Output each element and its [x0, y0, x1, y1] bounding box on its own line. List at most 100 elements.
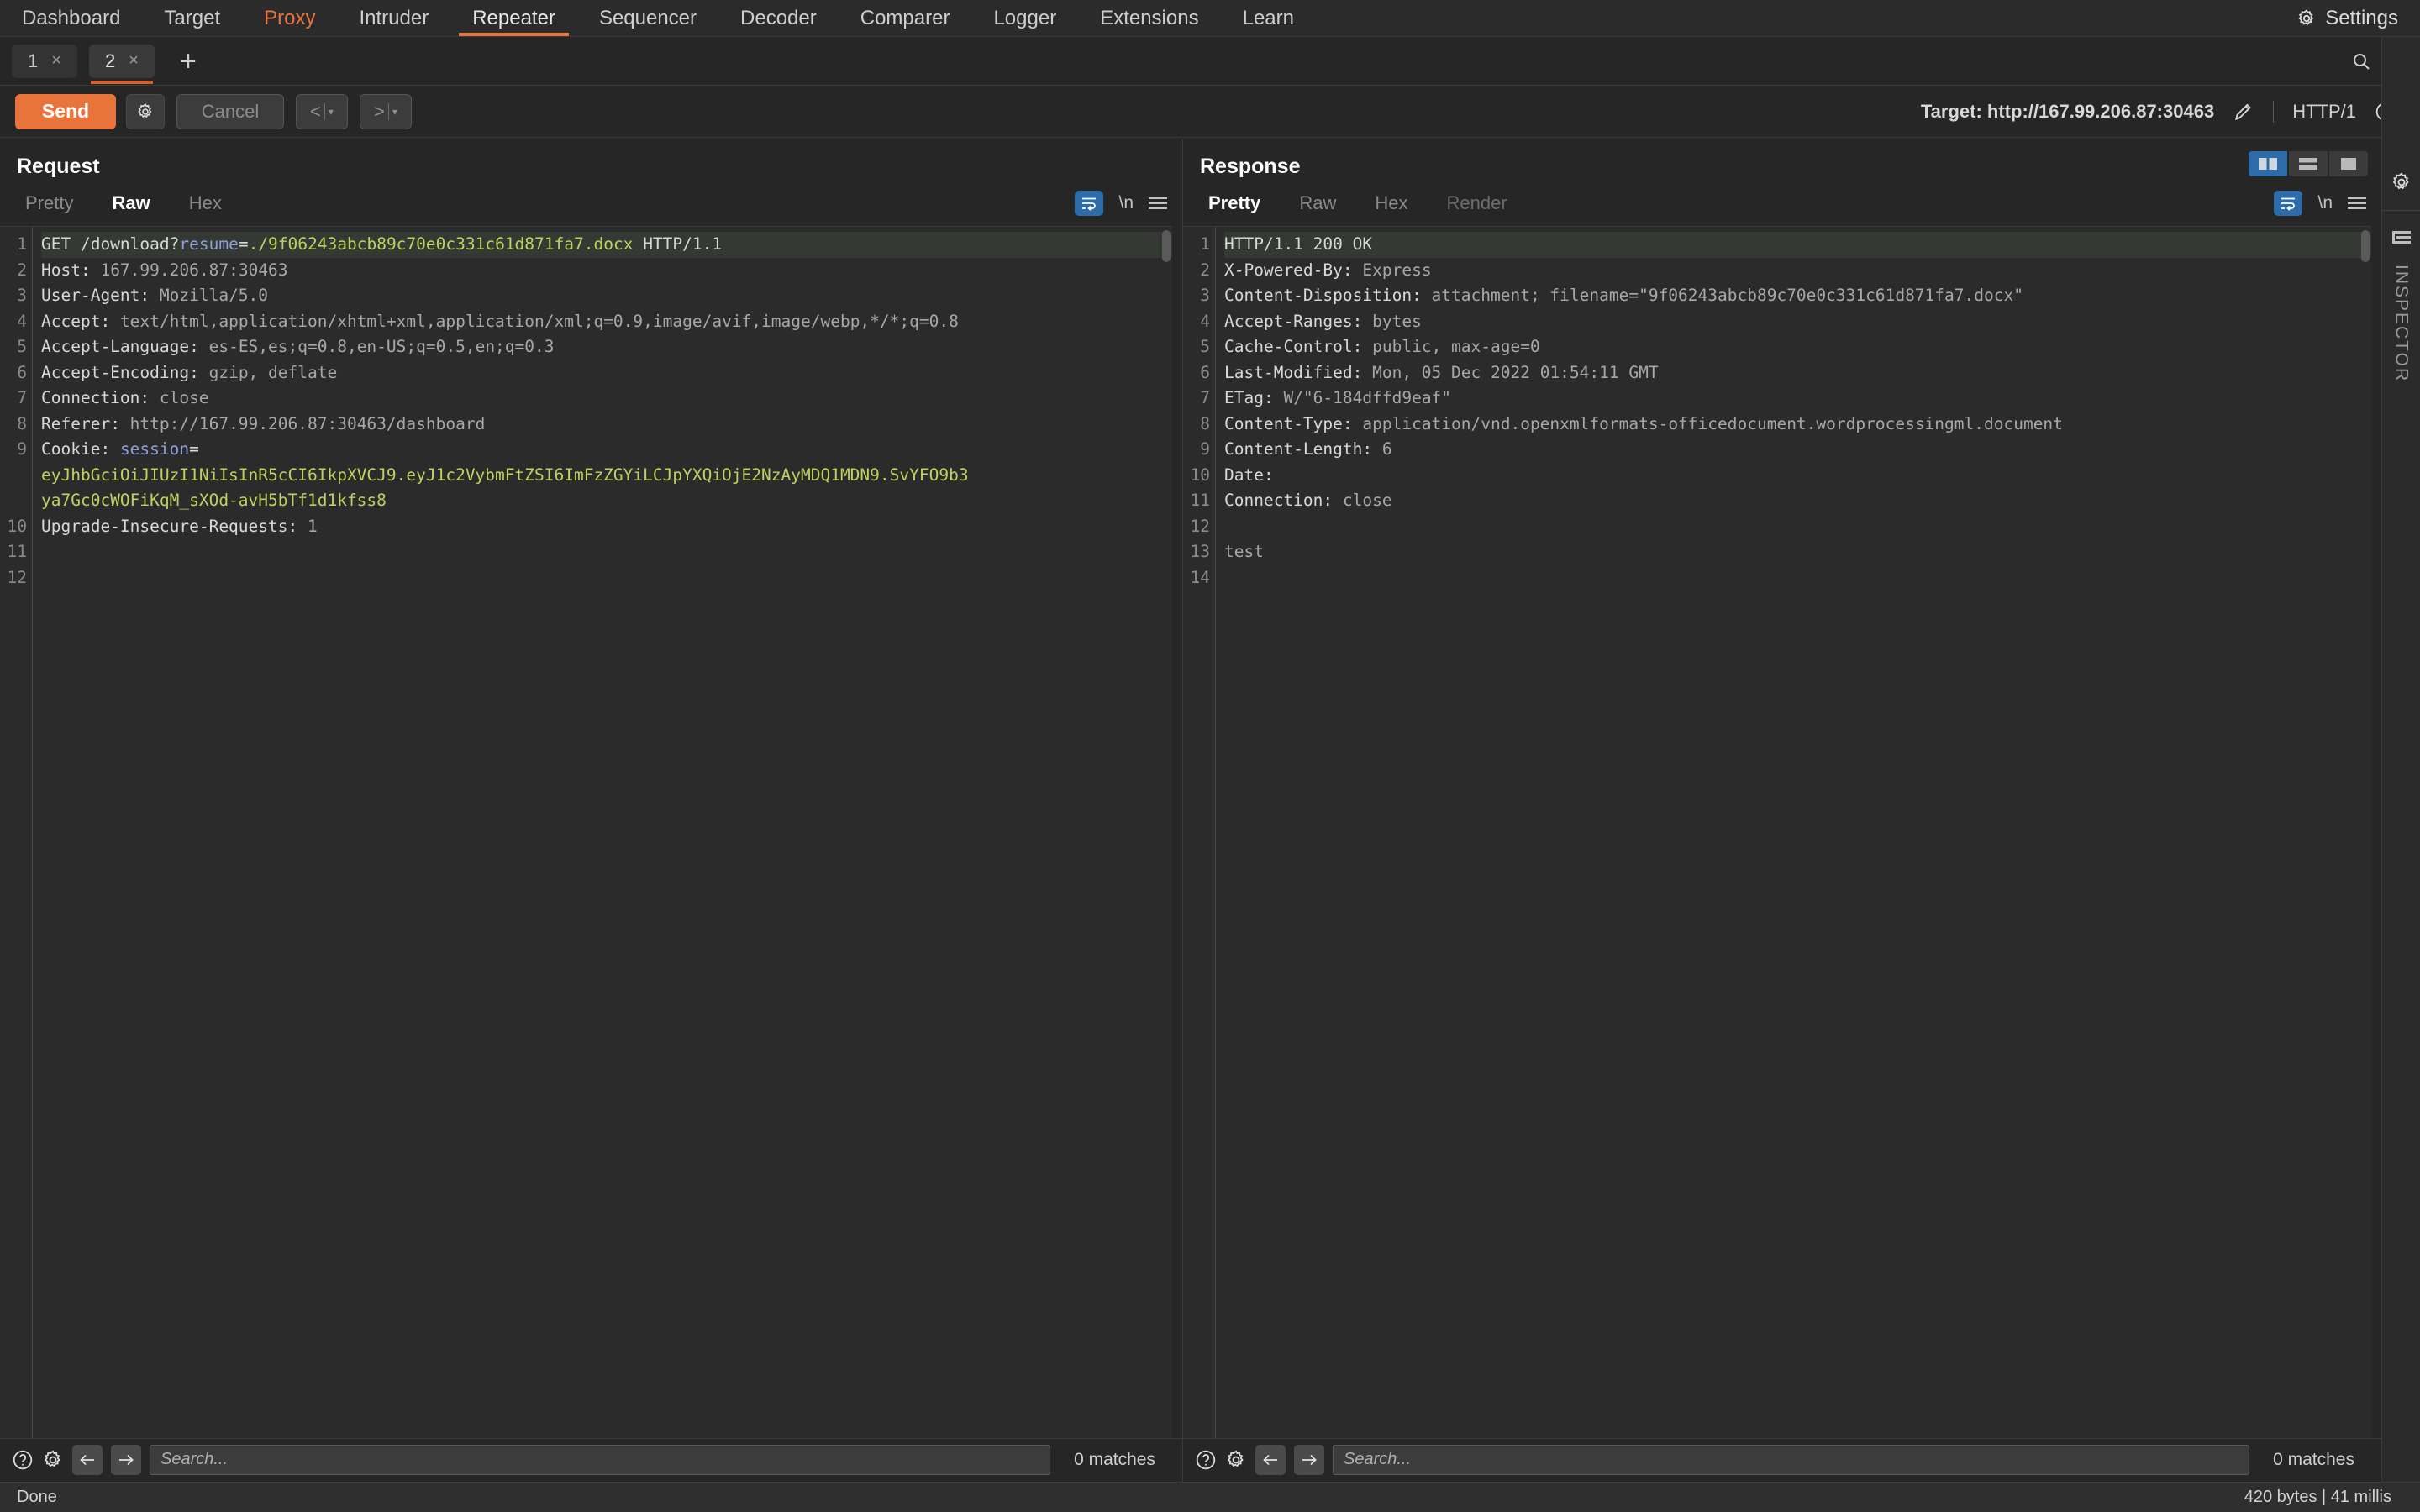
search-next-button[interactable]: [1294, 1444, 1324, 1475]
nav-tab-dashboard[interactable]: Dashboard: [0, 0, 142, 36]
newline-toggle[interactable]: \n: [1118, 193, 1134, 213]
code-token: =: [238, 234, 249, 254]
code-token: public, max-age=0: [1372, 337, 1540, 356]
newline-toggle[interactable]: \n: [2317, 193, 2333, 213]
gear-icon[interactable]: [42, 1449, 64, 1471]
tab-response-hex[interactable]: Hex: [1360, 189, 1423, 218]
send-settings-button[interactable]: [126, 93, 165, 129]
nav-tab-decoder[interactable]: Decoder: [718, 0, 839, 36]
word-wrap-icon[interactable]: [2274, 191, 2303, 216]
edit-pencil-icon[interactable]: [2233, 101, 2254, 123]
repeater-tab-2[interactable]: 2 ×: [89, 44, 155, 84]
request-view-tabs: Pretty Raw Hex \n: [0, 179, 1182, 226]
repeater-tab-1[interactable]: 1 ×: [12, 44, 77, 78]
code-token: HTTP/1.1 200 OK: [1224, 234, 1373, 254]
history-back-button[interactable]: < ▾: [296, 93, 348, 129]
divider: [2273, 100, 2275, 123]
code-token: :: [1323, 491, 1343, 510]
line-number: 5: [1200, 337, 1210, 356]
response-editor[interactable]: 1 2 3 4 5 6 7 8 9 10 11 12 13 14 HTTP/1.1 200 OK X-Pow…: [1183, 226, 2371, 1452]
request-code[interactable]: GET /download?resume=./9f06243abcb89c70e…: [32, 227, 1172, 1452]
code-token: ya7Gc0cWOFiKqM_sXOd-avH5bTf1d1kfss8: [41, 491, 387, 510]
close-icon[interactable]: ×: [129, 51, 139, 71]
nav-tab-comparer[interactable]: Comparer: [839, 0, 972, 36]
code-token: Referer: [41, 413, 111, 433]
response-scrollbar[interactable]: [2361, 230, 2370, 262]
response-code[interactable]: HTTP/1.1 200 OK X-Powered-By: Express Cont…: [1215, 227, 2371, 1452]
nav-tab-logger[interactable]: Logger: [971, 0, 1078, 36]
nav-tab-extensions[interactable]: Extensions: [1078, 0, 1220, 36]
help-icon[interactable]: [1195, 1449, 1217, 1471]
search-icon[interactable]: [2351, 51, 2371, 71]
nav-tab-repeater[interactable]: Repeater: [450, 0, 577, 36]
nav-tab-label: Target: [164, 6, 221, 29]
settings-button[interactable]: Settings: [2275, 0, 2420, 36]
line-number: 10: [7, 516, 27, 536]
rail-gear-icon[interactable]: [2391, 171, 2412, 193]
word-wrap-icon[interactable]: [1075, 191, 1104, 216]
request-search-input[interactable]: [150, 1444, 1051, 1475]
search-prev-button[interactable]: [72, 1444, 103, 1475]
chevron-down-icon[interactable]: ▾: [329, 106, 334, 118]
search-next-button[interactable]: [111, 1444, 141, 1475]
code-token: 6: [1381, 439, 1392, 459]
code-token: :: [1352, 362, 1373, 382]
line-number: [0, 463, 32, 489]
close-icon[interactable]: ×: [51, 51, 61, 71]
add-tab-button[interactable]: +: [166, 47, 210, 76]
layout-side-by-side-button[interactable]: [2249, 151, 2287, 176]
layout-stacked-button[interactable]: [2289, 151, 2328, 176]
repeater-tab-strip: 1 × 2 × +: [0, 37, 2420, 86]
request-scrollbar[interactable]: [1162, 230, 1171, 262]
send-button[interactable]: Send: [15, 93, 116, 129]
chevron-down-icon[interactable]: ▾: [392, 106, 397, 118]
code-token: :: [139, 388, 160, 407]
code-token: Mozilla/5.0: [159, 286, 269, 305]
gear-icon[interactable]: [1225, 1449, 1247, 1471]
line-number: 9: [17, 439, 27, 459]
line-number: [0, 488, 32, 514]
response-search-input[interactable]: [1333, 1444, 2250, 1475]
code-token: :: [1342, 413, 1363, 433]
nav-tab-proxy[interactable]: Proxy: [242, 0, 337, 36]
tab-request-hex[interactable]: Hex: [174, 189, 237, 218]
line-number: 1: [17, 234, 27, 254]
code-token: test: [1224, 542, 1264, 561]
line-number: 2: [1200, 260, 1210, 280]
response-match-count: 0 matches: [2273, 1449, 2354, 1469]
line-number: 5: [17, 337, 27, 356]
code-token: :: [1342, 260, 1363, 280]
target-label: Target: http://167.99.206.87:30463: [1920, 100, 2215, 122]
line-number: 6: [17, 362, 27, 382]
code-token: bytes: [1372, 311, 1422, 331]
history-forward-button[interactable]: > ▾: [360, 93, 412, 129]
editor-menu-icon[interactable]: [2348, 197, 2366, 209]
code-token: Accept-Ranges: [1224, 311, 1353, 331]
layout-single-button[interactable]: [2329, 151, 2368, 176]
inspector-label[interactable]: INSPECTOR: [2391, 265, 2412, 382]
nav-tab-learn[interactable]: Learn: [1221, 0, 1316, 36]
request-editor[interactable]: 1 2 3 4 5 6 7 8 9 10 11 12 GET /download?resume=./9…: [0, 226, 1172, 1452]
line-number: 2: [17, 260, 27, 280]
nav-tab-sequencer[interactable]: Sequencer: [577, 0, 718, 36]
inspector-bars-icon[interactable]: [2391, 229, 2412, 246]
http-version-label[interactable]: HTTP/1: [2292, 101, 2356, 123]
cancel-button[interactable]: Cancel: [176, 93, 284, 129]
nav-tab-target[interactable]: Target: [142, 0, 242, 36]
tab-response-pretty[interactable]: Pretty: [1193, 189, 1276, 218]
divider: [2382, 210, 2420, 211]
nav-tab-intruder[interactable]: Intruder: [337, 0, 450, 36]
search-prev-button[interactable]: [1255, 1444, 1286, 1475]
code-token: :: [189, 337, 209, 356]
request-response-split: Request Pretty Raw Hex \n 1 2 3 4 5 6 7 8 9 10 1: [0, 139, 2381, 1452]
tab-request-pretty[interactable]: Pretty: [10, 189, 88, 218]
help-icon[interactable]: [12, 1449, 34, 1471]
tab-request-raw[interactable]: Raw: [97, 189, 165, 218]
code-line: X-Powered-By: Express: [1224, 258, 2371, 284]
response-search-bar-wrap: 0 matches: [1183, 1438, 2381, 1482]
editor-menu-icon[interactable]: [1149, 197, 1167, 209]
tab-response-raw[interactable]: Raw: [1284, 189, 1351, 218]
